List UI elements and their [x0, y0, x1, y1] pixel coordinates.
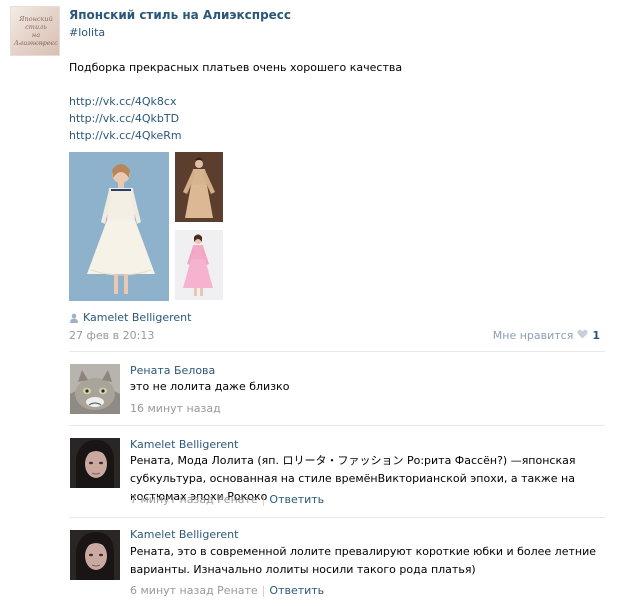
post-text: Подборка прекрасных платьев очень хороше… — [69, 61, 403, 74]
post-link-2[interactable]: http://vk.cc/4QkbTD — [69, 112, 179, 125]
comment-avatar-2[interactable] — [70, 438, 120, 488]
comment-text-3: Рената, это в современной лолите превали… — [130, 545, 596, 576]
comment-time-2[interactable]: 7 минут назад Ренате — [130, 493, 258, 506]
comment-avatar-1[interactable] — [70, 364, 120, 414]
group-avatar-text-1: Японский стиль — [19, 15, 53, 31]
like-button[interactable]: Мне нравится 1 — [493, 329, 600, 342]
like-label: Мне нравится — [492, 329, 574, 342]
hashtag-link[interactable]: #lolita — [69, 26, 105, 39]
post-link-3[interactable]: http://vk.cc/4QkeRm — [69, 129, 182, 142]
post-author[interactable]: Kamelet Belligerent — [69, 311, 191, 324]
photo-beige-dress[interactable] — [175, 152, 223, 222]
reply-button[interactable]: Ответить — [269, 584, 324, 597]
avatar-ornament — [19, 43, 53, 52]
divider — [69, 425, 605, 426]
person-icon — [69, 313, 79, 323]
like-count: 1 — [592, 329, 600, 342]
post-author-name: Kamelet Belligerent — [83, 311, 192, 324]
divider — [69, 351, 605, 352]
comment-time-1[interactable]: 16 минут назад — [130, 402, 221, 415]
group-name-link[interactable]: Японский стиль на Алиэкспресс — [69, 8, 291, 22]
group-avatar[interactable]: Японский стиль на Алиэкспресс — [10, 6, 60, 56]
comment-time-3[interactable]: 6 минут назад Ренате — [130, 584, 258, 597]
post-date[interactable]: 27 фев в 20:13 — [69, 329, 154, 342]
comment-text-1: это не лолита даже близко — [130, 380, 290, 393]
reply-button[interactable]: Ответить — [269, 493, 324, 506]
divider — [69, 517, 605, 518]
meta-separator: | — [261, 584, 266, 597]
comment-avatar-3[interactable] — [70, 530, 120, 580]
meta-separator: | — [261, 493, 266, 506]
comment-author-1[interactable]: Рената Белова — [130, 364, 215, 377]
photo-pink-dress[interactable] — [175, 230, 223, 300]
heart-icon — [577, 329, 588, 342]
comment-author-3[interactable]: Kamelet Belligerent — [130, 528, 238, 541]
comment-author-2[interactable]: Kamelet Belligerent — [130, 438, 238, 451]
photo-white-dress[interactable] — [69, 152, 169, 301]
comment-meta-3: 6 минут назад Ренате | Ответить — [130, 584, 324, 597]
comment-meta-2: 7 минут назад Ренате | Ответить — [130, 493, 324, 506]
post-link-1[interactable]: http://vk.cc/4Qk8cx — [69, 95, 176, 108]
